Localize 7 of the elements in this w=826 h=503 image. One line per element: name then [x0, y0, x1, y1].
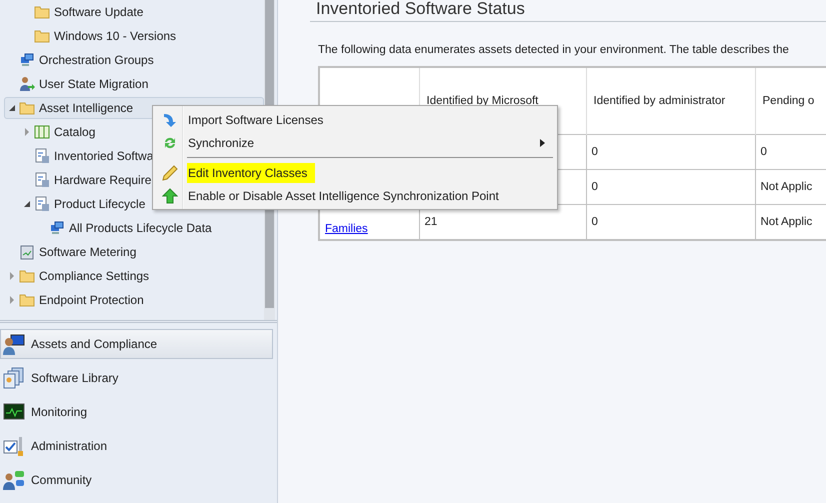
table-cell: 0	[586, 134, 755, 170]
column-header: Identified by administrator	[586, 67, 755, 134]
table-cell: 0	[586, 170, 755, 204]
column-header: Pending o	[755, 67, 826, 134]
description-text: The following data enumerates assets detected in your environment. The table describes the	[318, 44, 790, 56]
table-cell: 0	[755, 134, 826, 170]
section-title: Inventoried Software Status	[316, 0, 526, 19]
